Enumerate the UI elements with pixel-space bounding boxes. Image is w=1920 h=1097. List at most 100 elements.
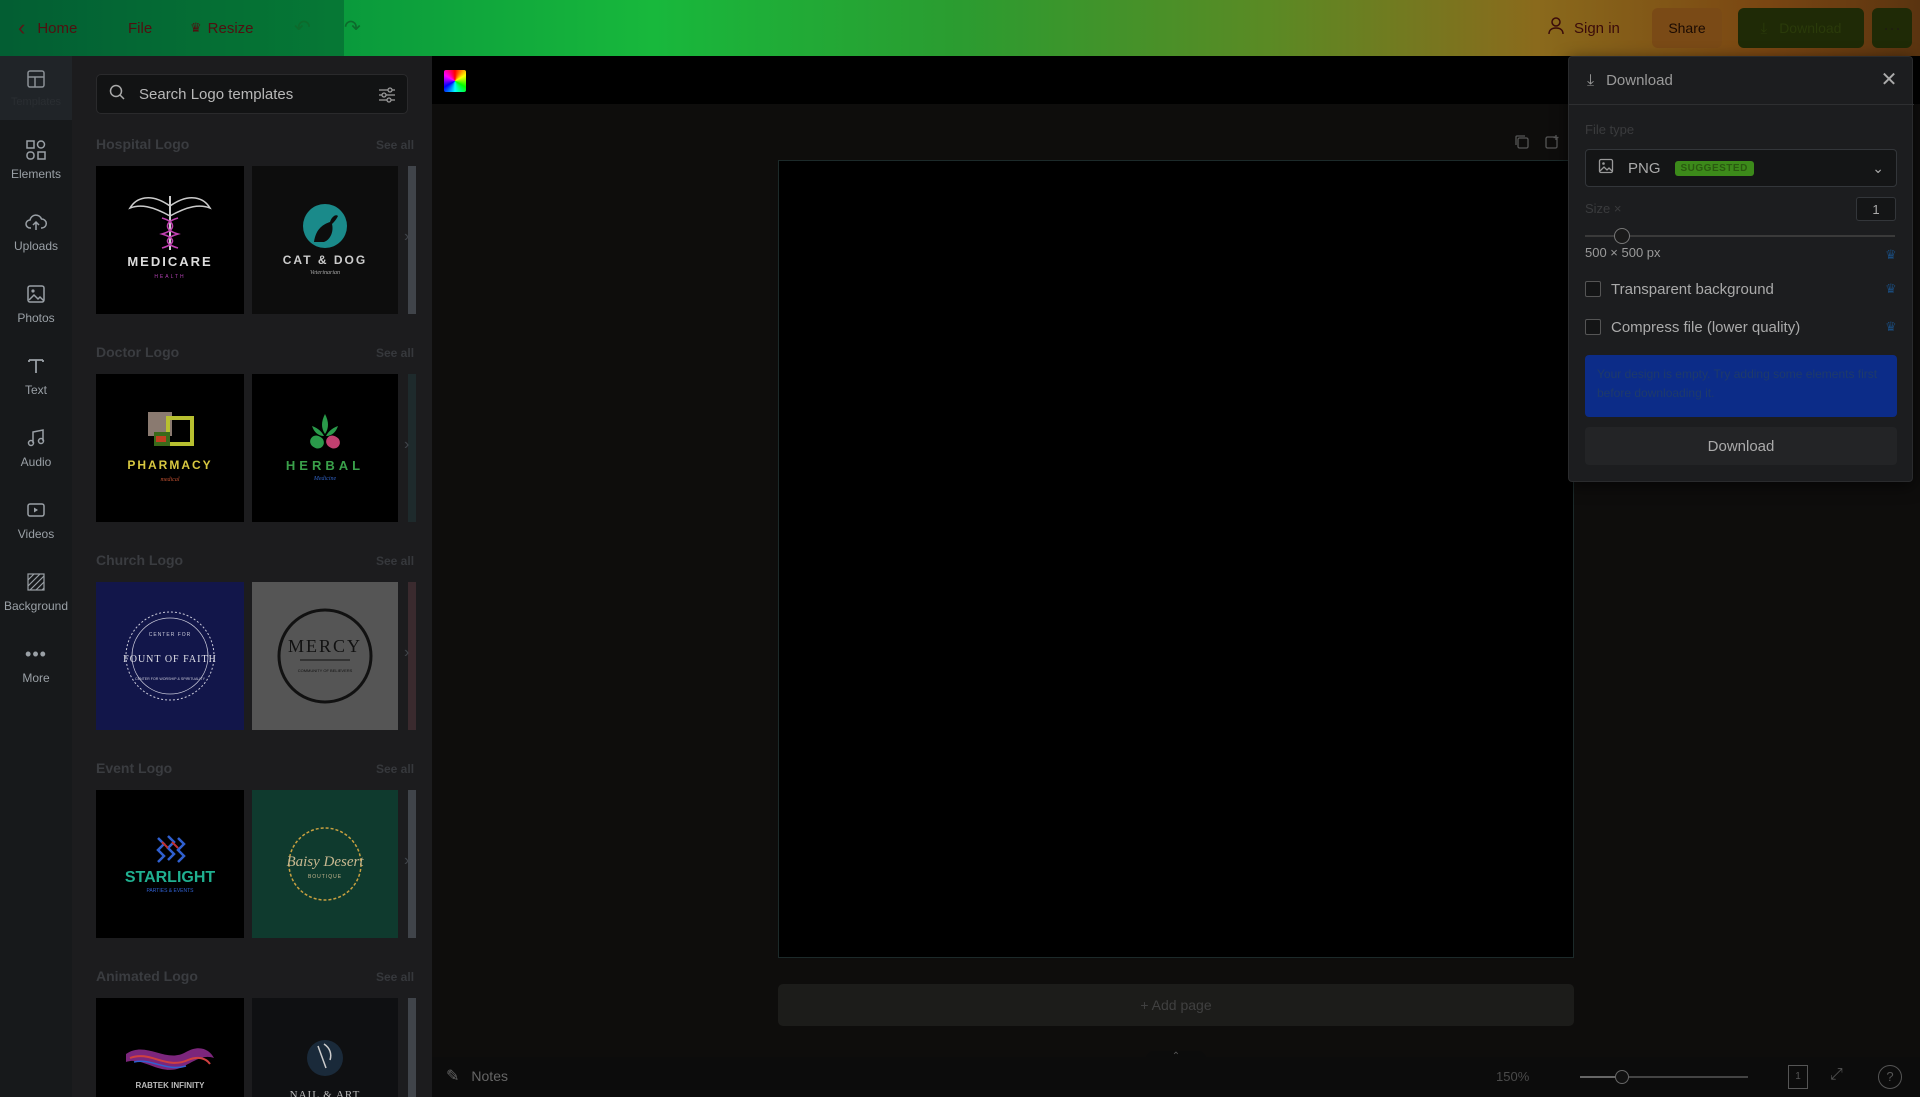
thumb-text-primary: RABTEK INFINITY xyxy=(136,1081,206,1090)
download-top-button[interactable]: ⤓ Download xyxy=(1738,8,1864,48)
template-thumb-herbal[interactable]: HERBAL Medicine xyxy=(252,374,398,522)
zoom-slider-thumb[interactable] xyxy=(1615,1070,1629,1084)
template-thumb-pharmacy[interactable]: PHARMACY medical xyxy=(96,374,244,522)
suggested-badge: SUGGESTED xyxy=(1674,160,1754,176)
share-label: Share xyxy=(1668,20,1706,36)
undo-icon[interactable]: ↶ xyxy=(294,18,316,38)
template-thumb-starlight[interactable]: STARLIGHT PARTIES & EVENTS xyxy=(96,790,244,938)
transparent-background-label: Transparent background xyxy=(1611,280,1774,298)
templates-icon xyxy=(25,68,47,90)
transparent-background-option[interactable]: Transparent background xyxy=(1585,279,1885,299)
template-thumb-baisy-desert[interactable]: Baisy Desert BOUTIQUE xyxy=(252,790,398,938)
see-all-animated[interactable]: See all xyxy=(376,970,414,984)
download-icon: ⤓ xyxy=(1760,19,1768,37)
download-button-label: Download xyxy=(1707,437,1775,455)
templates-panel: Hospital Logo See all MEDICARE HEALTH CA… xyxy=(72,56,432,1097)
crown-icon: ♛ xyxy=(1885,281,1897,296)
template-thumb-fount-of-faith[interactable]: CENTER FOR FOUNT OF FAITH CENTER FOR WOR… xyxy=(96,582,244,730)
rail-item-videos[interactable]: Videos xyxy=(0,488,72,552)
svg-text:CENTER FOR: CENTER FOR xyxy=(149,632,192,638)
template-thumb-rabtek[interactable]: RABTEK INFINITY xyxy=(96,998,244,1097)
zoom-slider[interactable] xyxy=(1580,1070,1748,1084)
thumb-text-primary: MEDICARE xyxy=(127,254,212,269)
rail-label: Text xyxy=(24,383,47,397)
filter-icon[interactable] xyxy=(377,85,397,105)
section-title-event: Event Logo xyxy=(96,760,173,776)
user-icon xyxy=(1548,16,1564,40)
elements-icon xyxy=(25,139,47,161)
design-canvas[interactable] xyxy=(778,160,1574,958)
search-input[interactable] xyxy=(139,85,359,103)
rail-label: Templates xyxy=(10,96,62,108)
top-bar: ‹ Home File ♛ Resize ↶ ↷ Sign in Share ⤓… xyxy=(0,0,1920,56)
add-page-button[interactable]: + Add page xyxy=(778,984,1574,1026)
pages-toggle[interactable]: ⌃ xyxy=(1146,1051,1206,1063)
fullscreen-icon[interactable]: ⤢ xyxy=(1830,1066,1843,1084)
notes-button[interactable]: ✎ Notes xyxy=(446,1066,508,1086)
thumb-text-secondary: BOUTIQUE xyxy=(308,874,342,880)
music-note-icon xyxy=(25,427,47,449)
page-count-button[interactable]: 1 xyxy=(1788,1065,1808,1089)
thumb-text-secondary: HEALTH xyxy=(154,274,185,280)
size-slider-thumb[interactable] xyxy=(1614,228,1631,244)
chevron-right-icon[interactable]: › xyxy=(404,644,409,662)
rail-item-background[interactable]: Background xyxy=(0,560,72,624)
rail-label: Photos xyxy=(17,311,55,325)
template-thumb-nail-art[interactable]: NAIL & ART xyxy=(252,998,398,1097)
file-menu-button[interactable]: File xyxy=(128,8,168,48)
compress-file-label: Compress file (lower quality) xyxy=(1611,318,1801,336)
see-all-hospital[interactable]: See all xyxy=(376,138,414,152)
rail-item-text[interactable]: Text xyxy=(0,344,72,408)
compress-file-checkbox[interactable] xyxy=(1585,319,1601,335)
size-label: Size × xyxy=(1585,201,1622,216)
help-icon[interactable]: ? xyxy=(1878,1065,1902,1089)
thumb-text-secondary: Medicine xyxy=(313,476,337,482)
chevron-up-icon: ⌃ xyxy=(1171,1051,1181,1062)
home-button[interactable]: ‹ Home xyxy=(18,8,98,48)
rail-item-elements[interactable]: Elements xyxy=(0,128,72,192)
rail-item-audio[interactable]: Audio xyxy=(0,416,72,480)
chevron-right-icon[interactable]: › xyxy=(404,228,409,246)
left-rail: Templates Elements Uploads Photos Text A… xyxy=(0,56,72,1097)
sign-in-button[interactable]: Sign in xyxy=(1548,8,1630,48)
file-type-select[interactable]: PNG SUGGESTED ⌄ xyxy=(1585,149,1897,187)
color-picker-swatch[interactable] xyxy=(444,70,466,92)
download-panel: ⤓ Download ✕ File type PNG SUGGESTED ⌄ S… xyxy=(1568,56,1914,482)
duplicate-page-icon[interactable] xyxy=(1514,134,1530,156)
rail-label: More xyxy=(22,671,50,685)
template-thumb-mercy[interactable]: MERCY COMMUNITY OF BELIEVERS xyxy=(252,582,398,730)
size-multiplier-input[interactable] xyxy=(1856,197,1896,221)
sign-in-label: Sign in xyxy=(1574,19,1620,37)
thumb-text-secondary: COMMUNITY OF BELIEVERS xyxy=(298,668,353,673)
rail-item-templates[interactable]: Templates xyxy=(0,56,72,120)
download-button[interactable]: Download xyxy=(1585,427,1897,465)
thumb-text-primary: NAIL & ART xyxy=(290,1089,361,1097)
add-page-icon[interactable] xyxy=(1544,134,1560,156)
search-box[interactable] xyxy=(96,74,408,114)
compress-file-option[interactable]: Compress file (lower quality) xyxy=(1585,317,1885,337)
see-all-event[interactable]: See all xyxy=(376,762,414,776)
thumb-text-secondary: Veterinarian xyxy=(310,270,340,276)
close-icon[interactable]: ✕ xyxy=(1878,69,1900,91)
template-thumb-medicare[interactable]: MEDICARE HEALTH xyxy=(96,166,244,314)
more-options-button[interactable]: ··· xyxy=(1872,8,1912,48)
thumb-text-primary: FOUNT OF FAITH xyxy=(123,654,217,665)
home-label: Home xyxy=(37,19,78,37)
chevron-right-icon[interactable]: › xyxy=(404,436,409,454)
redo-icon[interactable]: ↷ xyxy=(344,18,366,38)
rail-label: Uploads xyxy=(13,239,59,253)
resize-button[interactable]: ♛ Resize xyxy=(190,8,270,48)
size-slider[interactable] xyxy=(1585,228,1895,244)
rail-item-photos[interactable]: Photos xyxy=(0,272,72,336)
see-all-doctor[interactable]: See all xyxy=(376,346,414,360)
share-button[interactable]: Share xyxy=(1652,8,1722,48)
transparent-background-checkbox[interactable] xyxy=(1585,281,1601,297)
see-all-church[interactable]: See all xyxy=(376,554,414,568)
zoom-level[interactable]: 150% xyxy=(1496,1069,1529,1084)
chevron-right-icon[interactable]: › xyxy=(404,852,409,870)
thumb-text-secondary: PARTIES & EVENTS xyxy=(146,888,194,894)
image-icon xyxy=(1598,158,1614,179)
template-thumb-cat-dog[interactable]: CAT & DOG Veterinarian xyxy=(252,166,398,314)
rail-item-more[interactable]: ••• More xyxy=(0,632,72,696)
rail-item-uploads[interactable]: Uploads xyxy=(0,200,72,264)
